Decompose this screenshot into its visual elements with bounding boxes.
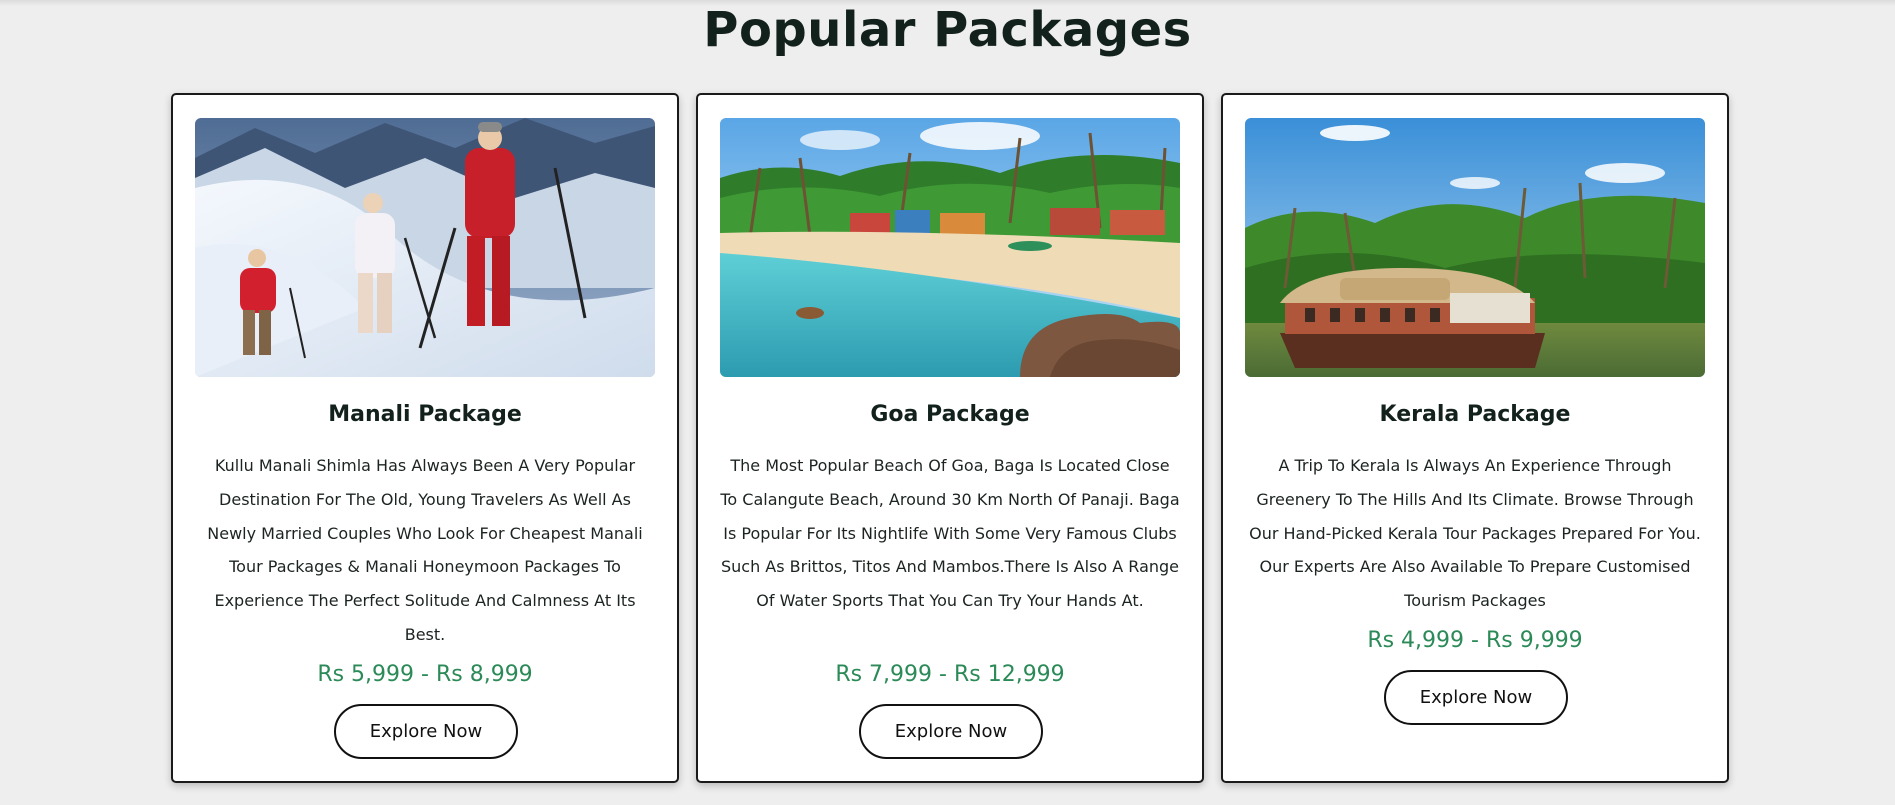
- package-description: Kullu Manali Shimla Has Always Been A Ve…: [207, 456, 643, 644]
- package-description: A Trip To Kerala Is Always An Experience…: [1249, 456, 1701, 611]
- explore-now-button[interactable]: Explore Now: [1384, 670, 1568, 725]
- package-title: Manali Package: [328, 402, 522, 427]
- package-card-kerala: Kerala Package A Trip To Kerala Is Alway…: [1221, 93, 1729, 783]
- kerala-image: [1245, 118, 1705, 377]
- explore-now-button[interactable]: Explore Now: [334, 704, 518, 759]
- package-title: Kerala Package: [1379, 402, 1571, 427]
- goa-image: [720, 118, 1180, 377]
- package-cards: Manali Package Kullu Manali Shimla Has A…: [171, 93, 1731, 783]
- manali-image: [195, 118, 655, 377]
- package-title: Goa Package: [870, 402, 1030, 427]
- package-price: Rs 7,999 - Rs 12,999: [835, 662, 1065, 687]
- package-card-goa: Goa Package The Most Popular Beach Of Go…: [696, 93, 1204, 783]
- package-description: The Most Popular Beach Of Goa, Baga Is L…: [720, 456, 1180, 611]
- package-price: Rs 4,999 - Rs 9,999: [1367, 628, 1583, 653]
- package-card-manali: Manali Package Kullu Manali Shimla Has A…: [171, 93, 679, 783]
- section-title: Popular Packages: [703, 2, 1192, 58]
- package-price: Rs 5,999 - Rs 8,999: [317, 662, 533, 687]
- explore-now-button[interactable]: Explore Now: [859, 704, 1043, 759]
